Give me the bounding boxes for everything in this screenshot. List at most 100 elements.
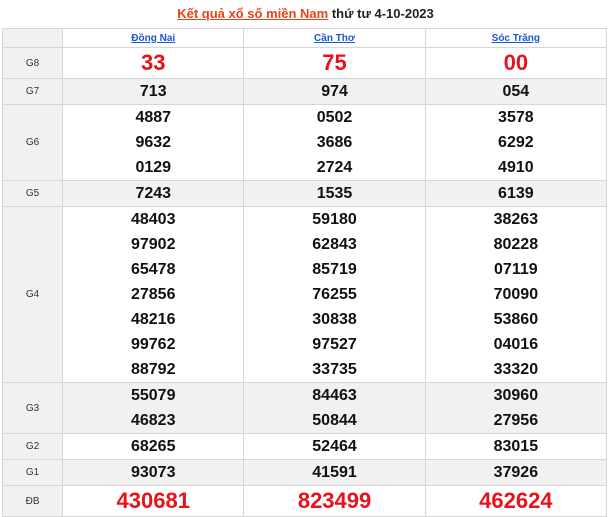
- prize-number: 59180: [312, 211, 357, 228]
- prize-number: 6139: [498, 185, 534, 202]
- prize-number: 4887: [135, 109, 172, 126]
- prize-cell: 00: [424, 47, 608, 79]
- prize-number: 0129: [135, 159, 172, 176]
- prize-number: 3578: [498, 109, 534, 126]
- prize-label: G4: [1, 206, 64, 383]
- prize-label: G5: [1, 180, 64, 207]
- prize-cell: 33: [62, 47, 245, 79]
- prize-number: 70090: [493, 286, 539, 303]
- prize-cell: 59180 62843 85719 76255 30838 97527 33735: [243, 206, 426, 383]
- prize-number: 41591: [312, 464, 357, 481]
- prize-number: 054: [502, 83, 530, 100]
- prize-cell: 84463 50844: [243, 382, 426, 434]
- prize-number: 68265: [130, 438, 176, 455]
- prize-label: G6: [1, 104, 64, 181]
- prize-cell: 37926: [424, 459, 608, 486]
- prize-number: 2724: [316, 159, 353, 176]
- prize-row: G5 7243 1535 6139: [1, 180, 608, 207]
- results-title-date: thứ tư 4-10-2023: [331, 6, 434, 21]
- province-header-row: Đồng Nai Cần Thơ Sóc Trăng: [1, 28, 608, 48]
- province-header: Sóc Trăng: [424, 28, 608, 48]
- prize-number: 52464: [312, 438, 357, 455]
- page: Kết quả xổ số miền Nam thứ tư 4-10-2023 …: [0, 0, 611, 517]
- prize-cell: 83015: [424, 433, 608, 460]
- prize-number: 07119: [494, 261, 538, 278]
- prize-number: 46823: [130, 412, 176, 429]
- prize-number: 80228: [493, 236, 539, 253]
- prize-row: G2 68265 52464 83015: [1, 433, 608, 460]
- prize-row: G7 713 974 054: [1, 78, 608, 105]
- prize-number: 33320: [493, 361, 539, 378]
- prize-number: 9632: [135, 134, 172, 151]
- prize-number: 0502: [316, 109, 353, 126]
- prize-number: 4910: [498, 159, 534, 176]
- province-link[interactable]: Sóc Trăng: [492, 33, 540, 44]
- prize-number: 38263: [493, 211, 539, 228]
- prize-number: 55079: [130, 387, 176, 404]
- prize-number: 75: [322, 50, 347, 75]
- results-table: Đồng Nai Cần Thơ Sóc Trăng G8 33 75 00 G7 713…: [1, 28, 608, 517]
- prize-number: 83015: [493, 438, 539, 455]
- prize-label: G3: [1, 382, 64, 434]
- prize-number: 7243: [135, 185, 172, 202]
- prize-number: 62843: [312, 236, 357, 253]
- prize-number: 50844: [312, 412, 357, 429]
- prize-number: 3686: [316, 134, 353, 151]
- prize-label: G2: [1, 433, 64, 460]
- prize-cell: 0502 3686 2724: [243, 104, 426, 181]
- prize-number: 6292: [498, 134, 534, 151]
- prize-cell: 7243: [62, 180, 245, 207]
- prize-number: 1535: [316, 185, 353, 202]
- prize-number: 88792: [130, 361, 176, 378]
- prize-number: 27956: [493, 412, 539, 429]
- prize-cell: 1535: [243, 180, 426, 207]
- prize-number: 85719: [312, 261, 357, 278]
- prize-number: 27856: [130, 286, 176, 303]
- prize-number: 00: [503, 50, 529, 75]
- prize-row: G1 93073 41591 37926: [1, 459, 608, 486]
- prize-cell: 68265: [62, 433, 245, 460]
- prize-number: 30960: [493, 387, 539, 404]
- prize-number: 33735: [312, 361, 357, 378]
- prize-cell: 41591: [243, 459, 426, 486]
- prize-cell: 4887 9632 0129: [62, 104, 245, 181]
- prize-number: 84463: [312, 387, 357, 404]
- prize-row: G8 33 75 00: [1, 47, 608, 79]
- prize-row: G4 48403 97902 65478 27856 48216 99762 88792 591…: [1, 206, 608, 383]
- prize-number: 713: [139, 83, 167, 100]
- prize-label: G8: [1, 47, 64, 79]
- prize-cell: 6139: [424, 180, 608, 207]
- prize-number: 48403: [130, 211, 176, 228]
- prize-cell: 713: [62, 78, 245, 105]
- prize-cell: 75: [243, 47, 426, 79]
- prize-label: G7: [1, 78, 64, 105]
- province-header: Đồng Nai: [62, 28, 245, 48]
- province-header: Cần Thơ: [243, 28, 426, 48]
- prize-number: 76255: [312, 286, 357, 303]
- prize-cell: 054: [424, 78, 608, 105]
- prize-number: 48216: [130, 311, 176, 328]
- province-link[interactable]: Đồng Nai: [131, 33, 175, 44]
- prize-number: 37926: [493, 464, 539, 481]
- prize-number: 97527: [312, 336, 357, 353]
- prize-row: G6 4887 9632 0129 0502 3686 2724 3578 6292 4910: [1, 104, 608, 181]
- prize-number: 99762: [130, 336, 176, 353]
- prize-number: 65478: [130, 261, 176, 278]
- prize-cell: 974: [243, 78, 426, 105]
- prize-cell: 52464: [243, 433, 426, 460]
- province-link[interactable]: Cần Thơ: [314, 33, 355, 44]
- prize-label: G1: [1, 459, 64, 486]
- results-title: Kết quả xổ số miền Nam thứ tư 4-10-2023: [0, 0, 611, 28]
- results-body: G8 33 75 00 G7 713 974 054 G6 4887 9632 0129 0502 368…: [1, 47, 608, 517]
- prize-number: 97902: [130, 236, 176, 253]
- prize-number: 974: [321, 83, 348, 100]
- results-title-link[interactable]: Kết quả xổ số miền Nam: [177, 6, 328, 21]
- prize-number: 93073: [130, 464, 176, 481]
- prize-number: 30838: [312, 311, 357, 328]
- prize-cell: 55079 46823: [62, 382, 245, 434]
- prize-cell: 93073: [62, 459, 245, 486]
- prize-number: 53860: [493, 311, 539, 328]
- prize-number: 33: [141, 50, 166, 75]
- prize-number: 04016: [493, 336, 539, 353]
- header-corner: [1, 28, 64, 48]
